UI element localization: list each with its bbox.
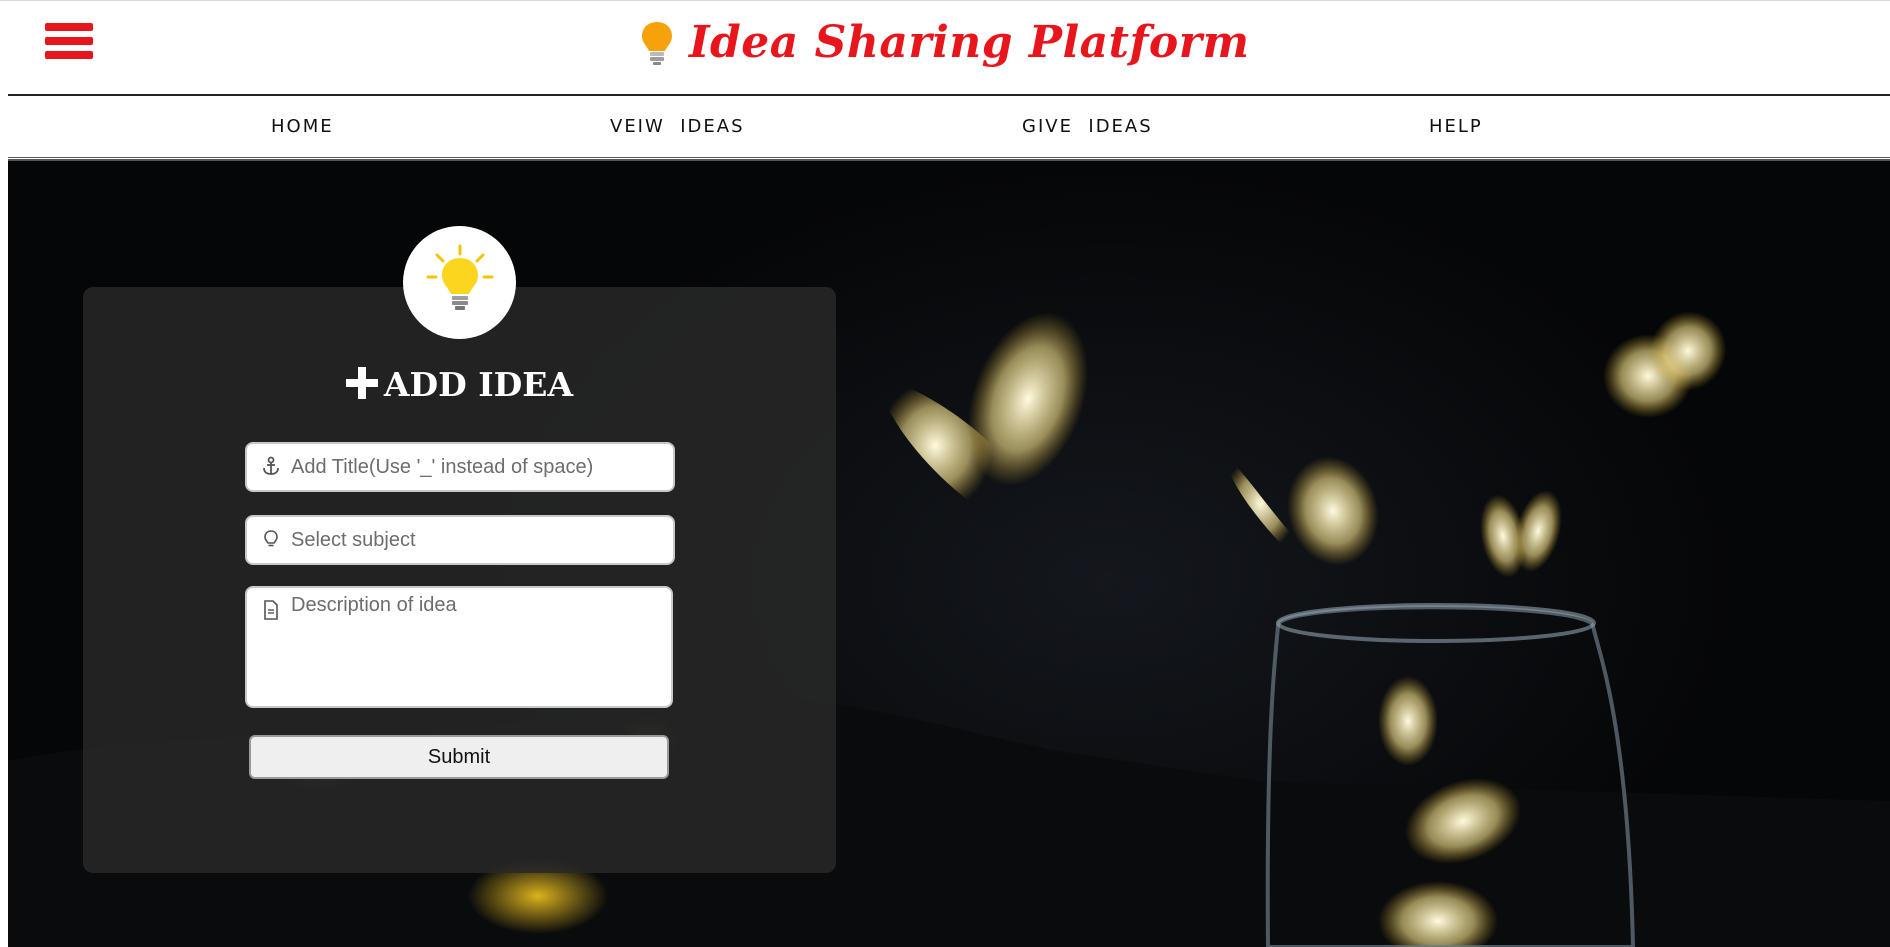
idea-badge <box>403 226 516 339</box>
plus-icon <box>345 367 378 399</box>
lightbulb-outline-icon <box>264 530 278 547</box>
nav-item-home[interactable]: HOME <box>271 116 334 137</box>
nav-item-view-ideas[interactable]: VEIW IDEAS <box>610 116 745 137</box>
site-header: Idea Sharing Platform <box>0 5 1890 95</box>
lightbulb-icon <box>642 21 673 65</box>
nav-item-help[interactable]: HELP <box>1429 116 1483 137</box>
brand: Idea Sharing Platform <box>0 17 1890 68</box>
brand-title: Idea Sharing Platform <box>688 17 1250 68</box>
title-input[interactable] <box>291 444 666 490</box>
submit-button[interactable]: Submit <box>249 735 669 779</box>
document-icon <box>264 600 278 620</box>
anchor-icon <box>263 456 279 475</box>
main-nav: HOME VEIW IDEAS GIVE IDEAS HELP <box>8 96 1890 158</box>
description-field <box>245 586 673 708</box>
description-textarea[interactable] <box>291 590 661 702</box>
glowing-lightbulb-icon <box>426 244 494 310</box>
hero-section: ADD IDEA Subm <box>8 161 1890 947</box>
subject-field <box>245 515 675 565</box>
title-field <box>245 442 675 492</box>
add-idea-heading: ADD IDEA <box>83 365 836 404</box>
nav-item-give-ideas[interactable]: GIVE IDEAS <box>1022 116 1153 137</box>
add-idea-panel: ADD IDEA Subm <box>83 287 836 873</box>
subject-input[interactable] <box>291 517 666 563</box>
